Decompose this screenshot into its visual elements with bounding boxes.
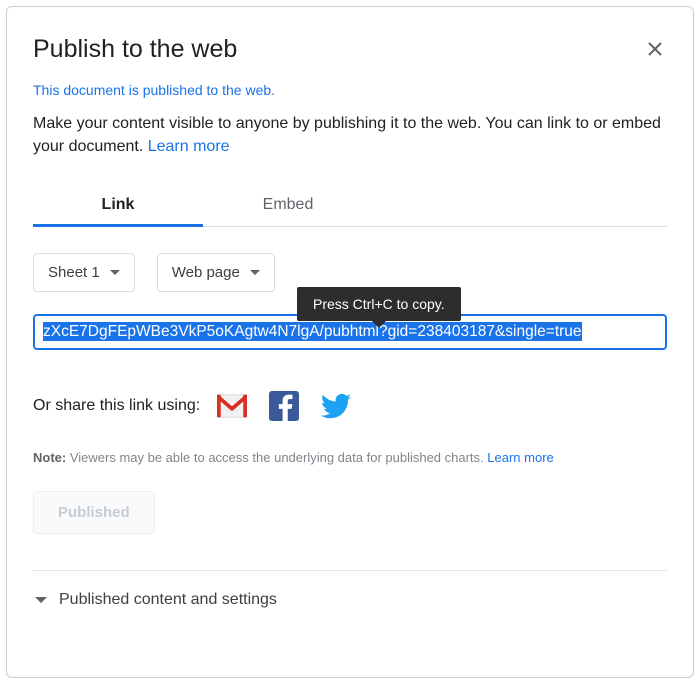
tab-embed[interactable]: Embed: [203, 188, 373, 226]
expander-label: Published content and settings: [59, 591, 277, 609]
description-body: Make your content visible to anyone by p…: [33, 115, 661, 155]
format-select[interactable]: Web page: [157, 253, 275, 292]
share-label: Or share this link using:: [33, 397, 200, 415]
share-gmail-button[interactable]: [216, 390, 248, 422]
tabs: Link Embed: [33, 188, 667, 227]
gmail-icon: [217, 391, 247, 421]
publish-to-web-dialog: Publish to the web This document is publ…: [6, 6, 694, 678]
tab-link[interactable]: Link: [33, 188, 203, 227]
description-text: Make your content visible to anyone by p…: [33, 112, 667, 158]
sheet-select[interactable]: Sheet 1: [33, 253, 135, 292]
published-url-value: zXcE7DgFEpWBe3VkP5oKAgtw4N7lgA/pubhtml?g…: [43, 322, 582, 341]
share-row: Or share this link using:: [33, 390, 667, 422]
share-icons: [216, 390, 352, 422]
dialog-header: Publish to the web: [33, 31, 667, 74]
publish-controls: Sheet 1 Web page Press Ctrl+C to copy.: [33, 253, 667, 292]
chevron-down-icon: [35, 597, 47, 603]
note-text: Viewers may be able to access the underl…: [66, 450, 487, 465]
published-status-link[interactable]: This document is published to the web.: [33, 82, 275, 98]
chevron-down-icon: [250, 270, 260, 275]
close-button[interactable]: [643, 37, 667, 61]
share-facebook-button[interactable]: [268, 390, 300, 422]
format-select-value: Web page: [172, 264, 240, 281]
published-button: Published: [33, 491, 155, 534]
published-content-settings-expander[interactable]: Published content and settings: [33, 571, 667, 633]
note-prefix: Note:: [33, 450, 66, 465]
close-icon: [648, 42, 662, 56]
note-row: Note: Viewers may be able to access the …: [33, 450, 667, 465]
copy-tooltip: Press Ctrl+C to copy.: [297, 287, 461, 321]
facebook-icon: [269, 391, 299, 421]
sheet-select-value: Sheet 1: [48, 264, 100, 281]
note-learn-more-link[interactable]: Learn more: [487, 450, 553, 465]
share-twitter-button[interactable]: [320, 390, 352, 422]
learn-more-link[interactable]: Learn more: [148, 138, 230, 155]
chevron-down-icon: [110, 270, 120, 275]
dialog-title: Publish to the web: [33, 35, 237, 64]
twitter-icon: [321, 391, 351, 421]
